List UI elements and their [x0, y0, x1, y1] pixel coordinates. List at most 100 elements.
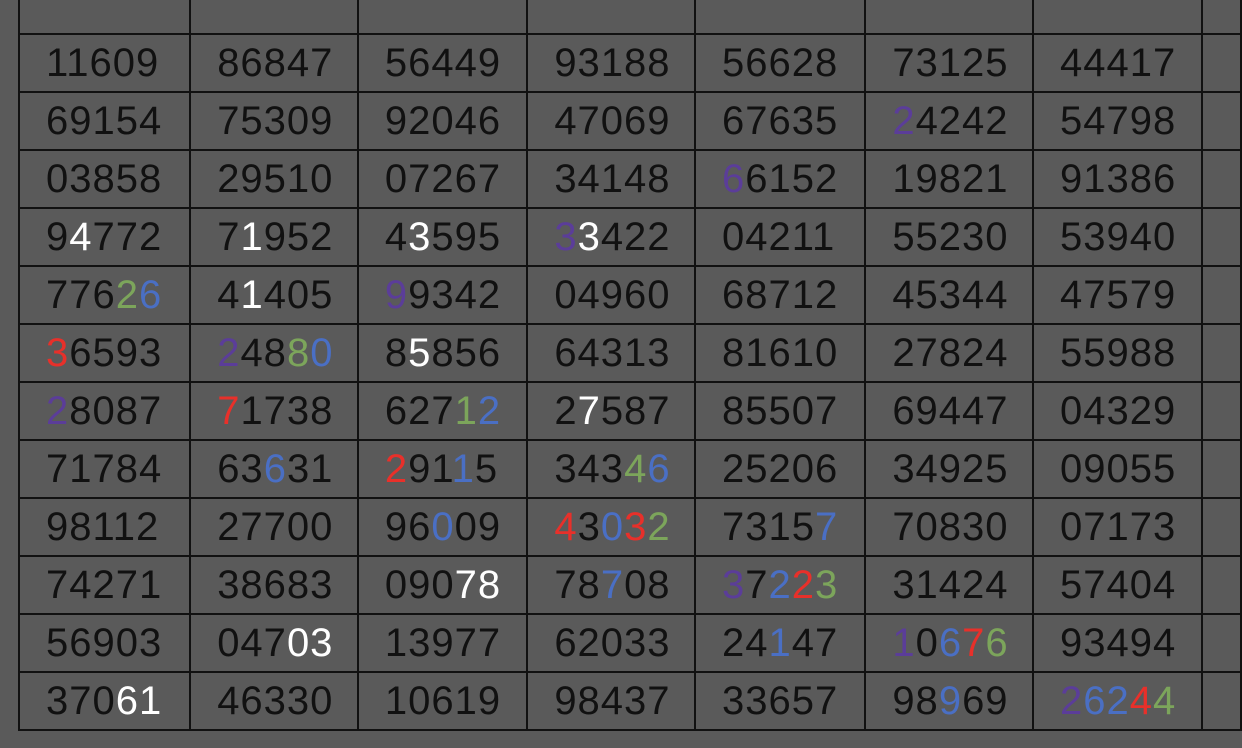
grid-cell-edge [1201, 265, 1242, 325]
grid-cell: 81610 [693, 323, 867, 383]
grid-cell: 96009 [356, 497, 529, 557]
digit-run: 7 [577, 388, 601, 433]
digit-run: 7 [745, 562, 769, 607]
digit-run: 2 [384, 446, 409, 491]
grid-cell: 85856 [356, 323, 529, 383]
digit-run: 93494 [1060, 620, 1177, 665]
digit-run: 98112 [46, 504, 160, 549]
grid-cell: 56449 [356, 33, 529, 93]
grid-cell: 55230 [864, 207, 1034, 267]
digit-run: 1 [454, 388, 478, 433]
digit-run: 96 [384, 504, 432, 549]
grid-cell: 98437 [526, 671, 696, 731]
grid-cell-edge [1201, 497, 1242, 557]
digit-run: 09055 [1060, 446, 1177, 491]
digit-run: 952 [263, 214, 334, 259]
grid-cell [693, 0, 867, 35]
digit-run: 2 [791, 562, 815, 607]
grid-cell: 98112 [17, 497, 192, 557]
grid-cell [189, 0, 359, 35]
digit-run: 8087 [69, 388, 163, 433]
grid-cell: 36593 [17, 323, 192, 383]
digit-run: 19821 [892, 156, 1009, 201]
digit-run: 45344 [892, 272, 1009, 317]
grid-cell: 24147 [693, 613, 867, 673]
digit-run: 4 [69, 214, 93, 259]
digit-run: 2 [46, 388, 70, 433]
digit-run: 09 [454, 504, 502, 549]
digit-run: 7 [600, 562, 625, 607]
grid-cell-edge [1201, 0, 1242, 35]
grid-cell: 07267 [356, 149, 529, 209]
grid-cell: 34925 [864, 439, 1034, 499]
grid-cell: 62033 [526, 613, 696, 673]
grid-cell: 46330 [189, 671, 359, 731]
digit-run: 1 [240, 272, 264, 317]
digit-run: 54798 [1060, 98, 1177, 143]
grid-cell: 26244 [1031, 671, 1204, 731]
grid-row: 36987 24646 [17, 0, 1242, 35]
digit-run: 47 [791, 620, 839, 665]
digit-run: 47579 [1060, 272, 1177, 317]
digit-run: 4 [217, 272, 241, 317]
digit-run: 56628 [722, 40, 839, 85]
grid-cell: 91386 [1031, 149, 1204, 209]
grid-row: 36593 24880 85856 64313 81610 27824 55988 [17, 323, 1242, 383]
grid-cell: 27587 [526, 381, 696, 441]
digit-run: 33657 [722, 678, 839, 723]
digit-run: 71784 [46, 446, 163, 491]
digit-run: 090 [384, 562, 455, 607]
digit-run: 9 [938, 678, 963, 723]
grid-cell: 73125 [864, 33, 1034, 93]
digit-run: 3 [408, 214, 432, 259]
digit-run: 1 [768, 620, 792, 665]
digit-run: 25206 [722, 446, 839, 491]
digit-run: 92046 [384, 98, 502, 143]
grid-cell: 10619 [356, 671, 529, 731]
grid-cell: 04960 [526, 265, 696, 325]
grid-cell: 24242 [864, 91, 1034, 151]
grid-row: 11609 86847 56449 93188 56628 73125 44417 [17, 33, 1242, 93]
digit-run: 2 [1106, 678, 1130, 723]
grid-cell: 24646 [1031, 0, 1204, 35]
grid-cell: 74271 [17, 555, 192, 615]
digit-run: 2 [477, 388, 502, 433]
digit-run: 6 [722, 156, 746, 201]
grid-cell: 19821 [864, 149, 1034, 209]
grid-cell: 33657 [693, 671, 867, 731]
digit-run: 7 [217, 214, 241, 259]
grid-cell-edge [1201, 613, 1242, 673]
digit-run: 3 [624, 504, 648, 549]
grid-cell: 43595 [356, 207, 529, 267]
grid-cell: 98969 [864, 671, 1034, 731]
digit-run: 78 [554, 562, 601, 607]
digit-run: 587 [600, 388, 671, 433]
digit-run: 04329 [1060, 388, 1177, 433]
digit-run: 91 [408, 446, 452, 491]
digit-run: 6593 [69, 330, 163, 375]
grid-row: 03858 29510 07267 34148 66152 19821 91386 [17, 149, 1242, 209]
grid-cell: 34346 [526, 439, 696, 499]
digit-run: 24646 [1060, 0, 1176, 2]
digit-run: 46330 [217, 678, 334, 723]
grid-cell: 67635 [693, 91, 867, 151]
digit-run: 3 [577, 504, 601, 549]
digit-run: 0 [431, 504, 455, 549]
digit-run: 03 [286, 620, 334, 665]
digit-run: 1 [451, 446, 475, 491]
grid-cell: 25206 [693, 439, 867, 499]
digit-run: 4 [1153, 678, 1177, 723]
grid-cell: 43032 [526, 497, 696, 557]
grid-cell: 71952 [189, 207, 359, 267]
digit-run: 1738 [240, 388, 334, 433]
grid-cell: 47579 [1031, 265, 1204, 325]
digit-run: 3 [722, 562, 746, 607]
digit-run: 85507 [722, 388, 839, 433]
grid-cell: 75309 [189, 91, 359, 151]
grid-cell: 71738 [189, 381, 359, 441]
grid-cell: 09055 [1031, 439, 1204, 499]
digit-run: 595 [431, 214, 502, 259]
digit-run: 4 [384, 214, 409, 259]
grid-cell-edge [1201, 381, 1242, 441]
digit-run: 1 [240, 214, 264, 259]
